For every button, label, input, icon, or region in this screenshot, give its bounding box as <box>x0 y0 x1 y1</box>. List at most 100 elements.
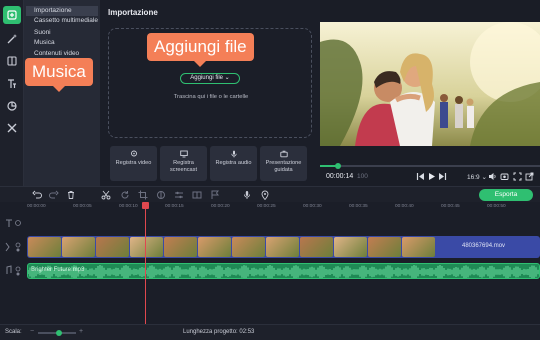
drop-hint: Trascina qui i file o le cartelle <box>173 94 249 100</box>
add-track-icon[interactable] <box>3 217 23 229</box>
audio-track-controls-icon[interactable] <box>3 265 23 277</box>
briefcase-icon <box>279 150 288 158</box>
current-time: 00:00:14 <box>326 173 354 180</box>
video-thumbnail <box>164 237 197 257</box>
video-thumbnail <box>28 237 61 257</box>
timeline-toolbar: Esporta <box>0 186 540 202</box>
timeline-ruler[interactable]: 00:00:00 00:00:05 00:00:10 00:00:15 00:00:20… <box>24 202 540 214</box>
status-bar: Scala: − + Lunghezza progetto: 02:53 <box>0 324 540 340</box>
ruler-tick: 00:00:05 <box>73 204 92 209</box>
ruler-tick: 00:00:50 <box>487 204 506 209</box>
transitions-icon[interactable] <box>3 52 21 70</box>
preview-frame-image <box>320 22 540 146</box>
zoom-in-icon[interactable]: + <box>79 328 83 335</box>
current-time-ms: 100 <box>357 173 368 180</box>
record-audio-button[interactable]: Registra audio <box>210 146 257 181</box>
waveform-path <box>28 265 539 278</box>
crop-icon[interactable] <box>138 190 148 200</box>
chevron-down-icon: ⌄ <box>224 75 230 81</box>
tools-icon[interactable] <box>3 119 21 137</box>
aspect-ratio-value: 16:9 <box>467 174 480 181</box>
audio-clip-name: Brighter Future.mp3 <box>31 267 85 273</box>
project-length: Lunghezza progetto: 02:53 <box>183 329 255 335</box>
video-clip-name: 480367694.mov <box>462 243 506 249</box>
scale-handle[interactable] <box>55 330 62 336</box>
record-audio-label: Registra audio <box>215 160 252 166</box>
audio-waveform <box>28 265 539 278</box>
monitor-icon <box>179 150 188 158</box>
record-voice-icon[interactable] <box>242 190 252 200</box>
video-clip[interactable]: 480367694.mov <box>27 236 540 258</box>
microphone-icon <box>230 150 237 158</box>
text-icon[interactable] <box>3 75 21 93</box>
marker-icon[interactable] <box>260 190 270 200</box>
clip-properties-icon[interactable] <box>174 190 184 200</box>
import-categories: Importazione Cassetto multimediale Suoni… <box>24 0 100 186</box>
volume-icon[interactable] <box>488 172 497 181</box>
record-screencast-label: Registra screencast <box>169 160 198 173</box>
guided-presentation-button[interactable]: Presentazione guidata <box>260 146 307 181</box>
zoom-out-icon[interactable]: − <box>30 328 34 335</box>
video-thumbnail <box>130 237 163 257</box>
transitions-tool-icon[interactable] <box>192 190 202 200</box>
category-import[interactable]: Importazione <box>26 6 98 16</box>
playhead-handle[interactable] <box>142 202 149 209</box>
rotate-icon[interactable] <box>120 190 130 200</box>
guided-presentation-label: Presentazione guidata <box>265 160 302 173</box>
color-adjust-icon[interactable] <box>156 190 166 200</box>
timeline-tracks: 480367694.mov Brighter Future.mp3 <box>0 214 540 324</box>
ruler-tick: 00:00:25 <box>257 204 276 209</box>
category-media-bin[interactable]: Cassetto multimediale <box>26 16 98 26</box>
video-thumbnail <box>96 237 129 257</box>
video-thumbnail <box>62 237 95 257</box>
ruler-tick: 00:00:15 <box>165 204 184 209</box>
video-thumbnail <box>266 237 299 257</box>
fullscreen-icon[interactable] <box>513 172 522 181</box>
delete-icon[interactable] <box>66 190 76 200</box>
video-thumbnail <box>368 237 401 257</box>
left-toolbar <box>0 0 24 186</box>
play-icon[interactable] <box>427 172 436 181</box>
scale-slider[interactable] <box>38 330 76 336</box>
playback-progress[interactable] <box>320 163 540 169</box>
magic-wand-icon[interactable] <box>3 30 21 48</box>
progress-handle[interactable] <box>334 163 341 169</box>
video-track-controls-icon[interactable] <box>3 241 23 253</box>
ruler-tick: 00:00:00 <box>27 204 46 209</box>
record-screencast-button[interactable]: Registra screencast <box>160 146 207 181</box>
snapshot-icon[interactable] <box>500 172 509 181</box>
export-button[interactable]: Esporta <box>479 189 533 201</box>
playhead-line <box>145 202 146 324</box>
record-video-label: Registra video <box>115 160 152 166</box>
category-music[interactable]: Musica <box>26 38 98 48</box>
cut-icon[interactable] <box>101 190 111 200</box>
add-file-callout: Aggiungi file <box>147 33 254 67</box>
category-sounds[interactable]: Suoni <box>26 28 98 38</box>
video-thumbnail <box>198 237 231 257</box>
audio-clip[interactable]: Brighter Future.mp3 <box>27 263 540 279</box>
video-thumbnail <box>300 237 333 257</box>
import-icon[interactable] <box>3 6 21 24</box>
video-preview[interactable] <box>320 22 540 146</box>
chevron-down-icon: ⌄ <box>481 174 487 181</box>
add-file-button[interactable]: Aggiungi file ⌄ <box>180 73 240 84</box>
ruler-tick: 00:00:20 <box>211 204 230 209</box>
scale-label: Scala: <box>5 329 22 335</box>
stickers-icon[interactable] <box>3 97 21 115</box>
add-file-label: Aggiungi file <box>190 75 223 81</box>
music-callout: Musica <box>25 58 93 92</box>
flag-icon[interactable] <box>210 190 220 200</box>
video-thumbnail <box>334 237 367 257</box>
redo-icon[interactable] <box>49 190 59 200</box>
record-video-button[interactable]: Registra video <box>110 146 157 181</box>
detach-player-icon[interactable] <box>525 172 534 181</box>
preview-panel: 00:00:14 100 16:9 ⌄ <box>320 0 540 186</box>
ruler-tick: 00:00:10 <box>119 204 138 209</box>
video-thumbnail <box>232 237 265 257</box>
skip-forward-icon[interactable] <box>438 172 447 181</box>
import-pane: Importazione Aggiungi file ⌄ Trascina qu… <box>100 0 320 186</box>
undo-icon[interactable] <box>32 190 42 200</box>
aspect-ratio-select[interactable]: 16:9 ⌄ <box>467 173 487 181</box>
skip-back-icon[interactable] <box>416 172 425 181</box>
webcam-icon <box>130 150 137 157</box>
